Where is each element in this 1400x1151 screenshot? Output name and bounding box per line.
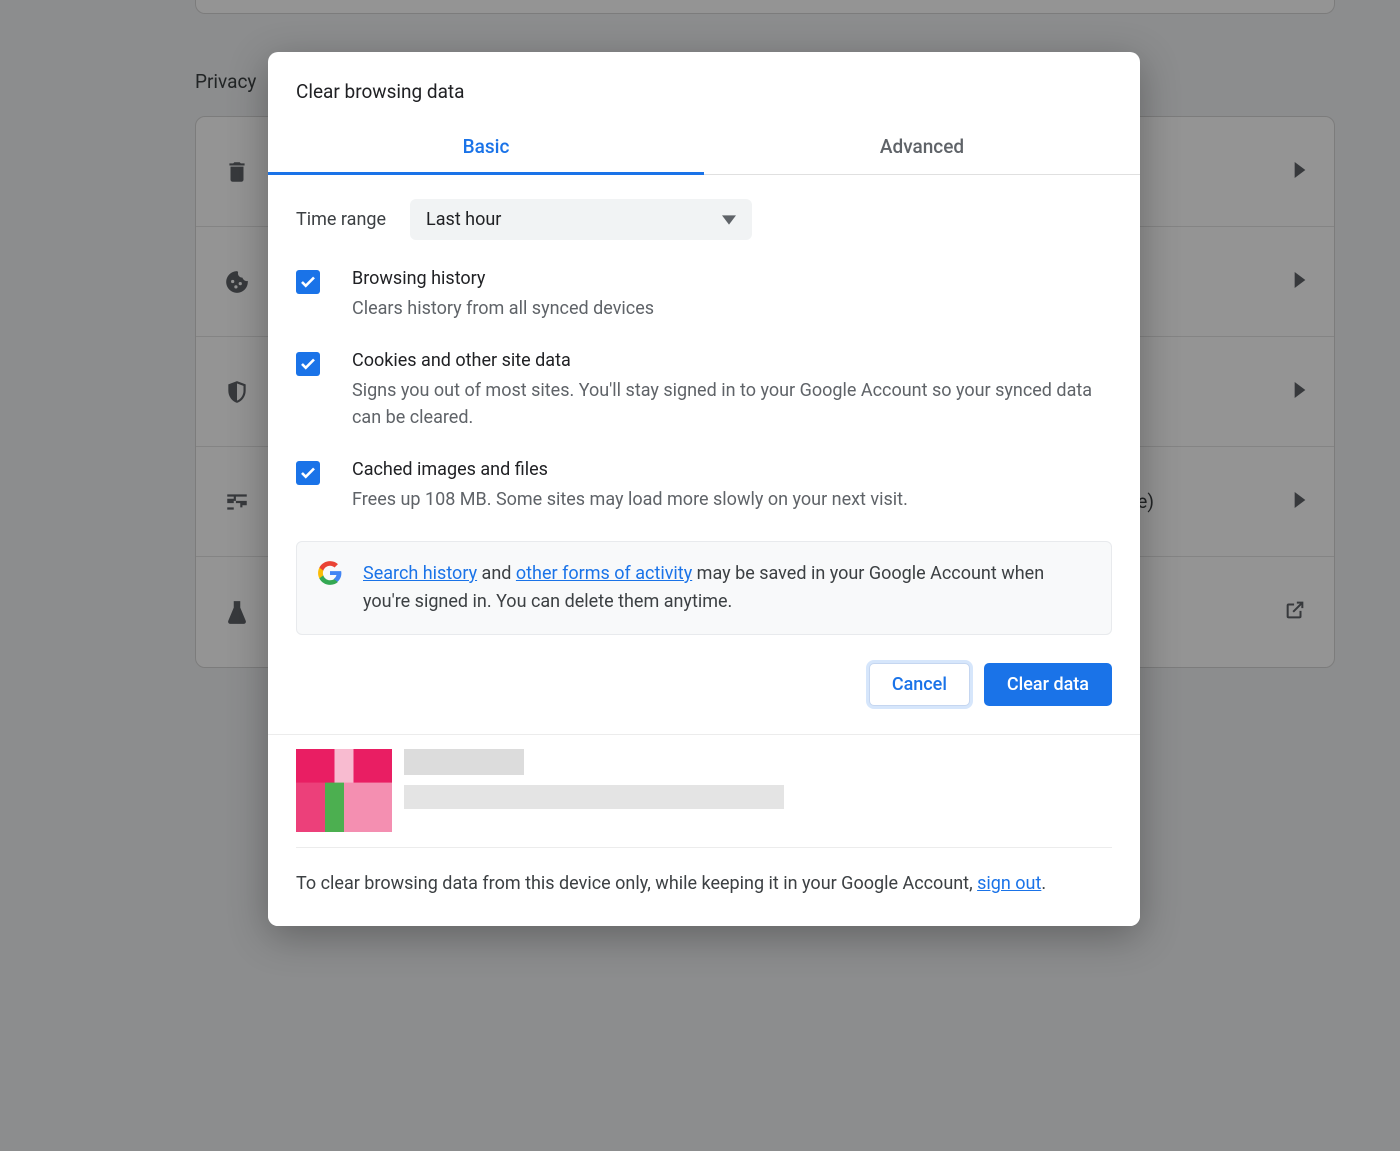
time-range-row: Time range Last hour <box>296 199 1112 240</box>
account-text-redacted <box>404 749 784 809</box>
option-title: Cached images and files <box>352 459 1112 480</box>
option-cache: Cached images and files Frees up 108 MB.… <box>296 459 1112 513</box>
time-range-select[interactable]: Last hour <box>410 199 752 240</box>
footer-text: To clear browsing data from this device … <box>268 848 1140 926</box>
link-sign-out[interactable]: sign out <box>977 873 1041 894</box>
tab-basic[interactable]: Basic <box>268 121 704 174</box>
dialog-title: Clear browsing data <box>268 52 1140 121</box>
checkbox-browsing-history[interactable] <box>296 270 320 294</box>
clear-browsing-data-dialog: Clear browsing data Basic Advanced Time … <box>268 52 1140 926</box>
option-title: Browsing history <box>352 268 1112 289</box>
chevron-down-icon <box>722 209 736 230</box>
option-desc: Clears history from all synced devices <box>352 295 1112 322</box>
cancel-button[interactable]: Cancel <box>869 663 970 706</box>
option-cookies: Cookies and other site data Signs you ou… <box>296 350 1112 431</box>
clear-data-button[interactable]: Clear data <box>984 663 1112 706</box>
option-desc: Signs you out of most sites. You'll stay… <box>352 377 1112 431</box>
checkmark-icon <box>299 355 317 373</box>
link-search-history[interactable]: Search history <box>363 563 477 584</box>
dialog-body: Time range Last hour Browsing history Cl… <box>268 175 1140 635</box>
checkbox-cookies[interactable] <box>296 352 320 376</box>
dialog-tabs: Basic Advanced <box>268 121 1140 175</box>
tab-advanced[interactable]: Advanced <box>704 121 1140 174</box>
info-text: Search history and other forms of activi… <box>363 560 1091 616</box>
google-logo-icon <box>317 560 343 586</box>
checkmark-icon <box>299 464 317 482</box>
time-range-value: Last hour <box>426 209 501 230</box>
account-avatar-redacted <box>296 749 392 833</box>
link-other-activity[interactable]: other forms of activity <box>516 563 692 584</box>
checkmark-icon <box>299 273 317 291</box>
checkbox-cache[interactable] <box>296 461 320 485</box>
option-browsing-history: Browsing history Clears history from all… <box>296 268 1112 322</box>
option-title: Cookies and other site data <box>352 350 1112 371</box>
time-range-label: Time range <box>296 209 386 230</box>
dialog-footer: To clear browsing data from this device … <box>268 734 1140 926</box>
dialog-actions: Cancel Clear data <box>268 635 1140 734</box>
google-account-info-box: Search history and other forms of activi… <box>296 541 1112 635</box>
signed-in-account-row <box>268 735 1140 833</box>
option-desc: Frees up 108 MB. Some sites may load mor… <box>352 486 1112 513</box>
